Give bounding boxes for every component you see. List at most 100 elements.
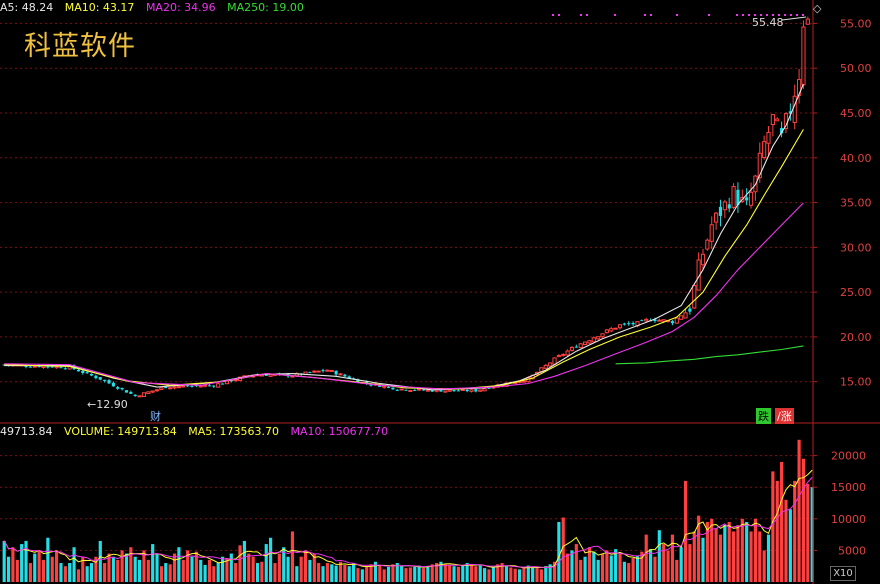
candle-body-up: [478, 389, 483, 392]
moving-average-lines: [4, 83, 804, 391]
volume-bar: [11, 547, 15, 582]
candle-body-down: [190, 385, 194, 387]
candle-body-down: [456, 390, 460, 392]
candle-body-up: [137, 395, 142, 398]
volume-bar: [159, 566, 163, 582]
candle-body-up: [198, 385, 203, 388]
volume-bar: [330, 564, 334, 582]
volume-bar: [129, 547, 133, 582]
volume-bar: [797, 439, 801, 582]
volume-grid: [0, 455, 812, 551]
volume-bar: [443, 564, 447, 582]
candle-body-down: [46, 366, 50, 368]
volume-bar: [504, 566, 509, 582]
volume-bar: [299, 556, 303, 582]
diamond-icon[interactable]: ◇: [813, 2, 821, 15]
volume-bar: [155, 553, 159, 582]
finance-marker[interactable]: 财: [150, 408, 161, 424]
volume-bar: [758, 531, 762, 582]
price-tick-label: 40.00: [840, 152, 872, 165]
volume-bar: [168, 564, 172, 582]
volume-bar: [723, 525, 727, 582]
candle-body-up: [561, 353, 566, 356]
volume-bar: [404, 568, 408, 582]
volume-bar: [229, 553, 233, 582]
candle-body-up: [609, 328, 614, 332]
candle-body-up: [32, 365, 37, 368]
event-marker-dot: [790, 14, 792, 16]
volume-bar: [579, 559, 583, 582]
volume-bar: [334, 565, 338, 582]
price-tick-label: 35.00: [840, 197, 872, 210]
volume-ma10: MA10: 150677.70: [290, 425, 389, 438]
volume-bar: [666, 550, 670, 582]
candle-body-up: [556, 355, 561, 358]
candle-body-down: [430, 390, 434, 392]
volume-bar: [207, 559, 212, 582]
candle-body-up: [700, 253, 706, 266]
candle-body-down: [98, 377, 102, 380]
volume-bar: [771, 471, 775, 582]
candle-body-up: [748, 191, 754, 206]
candle-body-up: [338, 373, 343, 376]
volume-bar: [448, 565, 452, 582]
ma-line-ma20: [4, 202, 804, 390]
candle-body-down: [474, 389, 478, 392]
volume-bar: [631, 557, 635, 582]
volume-tick-label: 10000: [831, 513, 866, 526]
volume-bar: [740, 518, 744, 582]
volume-bar: [710, 518, 714, 582]
volume-bar: [146, 559, 150, 582]
price-tick-label: 20.00: [840, 331, 872, 344]
price-grid: [0, 22, 812, 383]
candle-body-down: [727, 204, 731, 209]
volume-bar: [583, 556, 587, 582]
volume-bar: [456, 566, 460, 582]
volume-bar: [124, 553, 129, 582]
volume-bar: [653, 556, 657, 582]
volume-bar: [50, 556, 54, 582]
volume-bar: [566, 553, 570, 582]
volume-bar: [137, 559, 142, 582]
candle-body-up: [766, 132, 771, 144]
volume-bar: [234, 563, 238, 582]
volume-bar: [190, 556, 194, 582]
volume-bar: [386, 566, 391, 582]
limit-down-tag: 跌: [756, 408, 771, 424]
candle-body-up: [801, 26, 806, 86]
volume-bar: [338, 561, 343, 582]
volume-bar: [683, 480, 688, 582]
candle-body-up: [447, 389, 452, 392]
volume-bar: [46, 537, 50, 582]
volume-legend: 49713.84 VOLUME: 149713.84 MA5: 173563.7…: [0, 425, 396, 438]
volume-bar: [635, 555, 640, 582]
volume-bar: [247, 553, 251, 582]
candle-body-up: [443, 390, 448, 393]
ma10-legend: MA10: 43.17: [64, 1, 135, 14]
volume-bar: [622, 561, 626, 582]
volume-bar: [76, 569, 81, 582]
volume-bar: [41, 559, 46, 582]
price-tick-label: 50.00: [840, 62, 872, 75]
event-marker-dot: [676, 14, 678, 16]
candle-body-down: [94, 375, 98, 379]
volume-bar: [574, 544, 578, 582]
candle-body-up: [596, 336, 601, 340]
volume-bar: [151, 544, 155, 582]
candle-body-down: [85, 372, 89, 374]
volume-bar: [33, 553, 37, 582]
candle-body-up: [329, 369, 334, 372]
zoom-x10-button[interactable]: X10: [830, 566, 856, 581]
volume-bar: [120, 550, 124, 582]
candle-body-up: [548, 362, 553, 367]
volume-bar: [220, 556, 225, 582]
ma5-legend: A5: 48.24: [0, 1, 54, 14]
candlestick-series: [2, 16, 810, 398]
volume-bars: [2, 439, 814, 582]
volume-bar: [277, 553, 281, 582]
event-marker-dot: [580, 14, 582, 16]
volume-bar: [238, 545, 242, 582]
candle-body-down: [631, 322, 635, 325]
volume-bar: [216, 563, 220, 582]
volume-bar: [679, 547, 683, 582]
